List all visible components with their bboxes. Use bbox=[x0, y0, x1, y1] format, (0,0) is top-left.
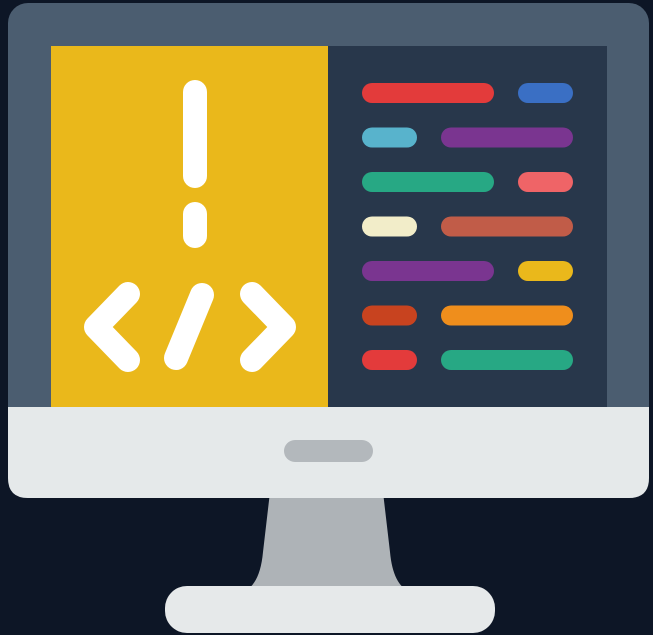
power-button bbox=[284, 440, 373, 462]
code-line-segment bbox=[441, 216, 573, 237]
code-line-segment bbox=[441, 127, 573, 148]
monitor-stand bbox=[243, 492, 410, 592]
code-line-segment bbox=[518, 83, 573, 103]
monitor-illustration bbox=[8, 3, 649, 633]
code-line-segment bbox=[362, 305, 417, 326]
code-line-segment bbox=[362, 172, 494, 192]
code-line-segment bbox=[518, 261, 573, 281]
illustration bbox=[0, 0, 653, 635]
code-line-segment bbox=[441, 350, 573, 370]
code-line-segment bbox=[362, 350, 417, 370]
code-line-segment bbox=[362, 216, 417, 237]
monitor-base bbox=[165, 586, 495, 633]
code-line-segment bbox=[362, 83, 494, 103]
code-line-segment bbox=[518, 172, 573, 192]
code-line-segment bbox=[441, 305, 573, 326]
code-line-segment bbox=[362, 261, 494, 281]
code-line-segment bbox=[362, 127, 417, 148]
